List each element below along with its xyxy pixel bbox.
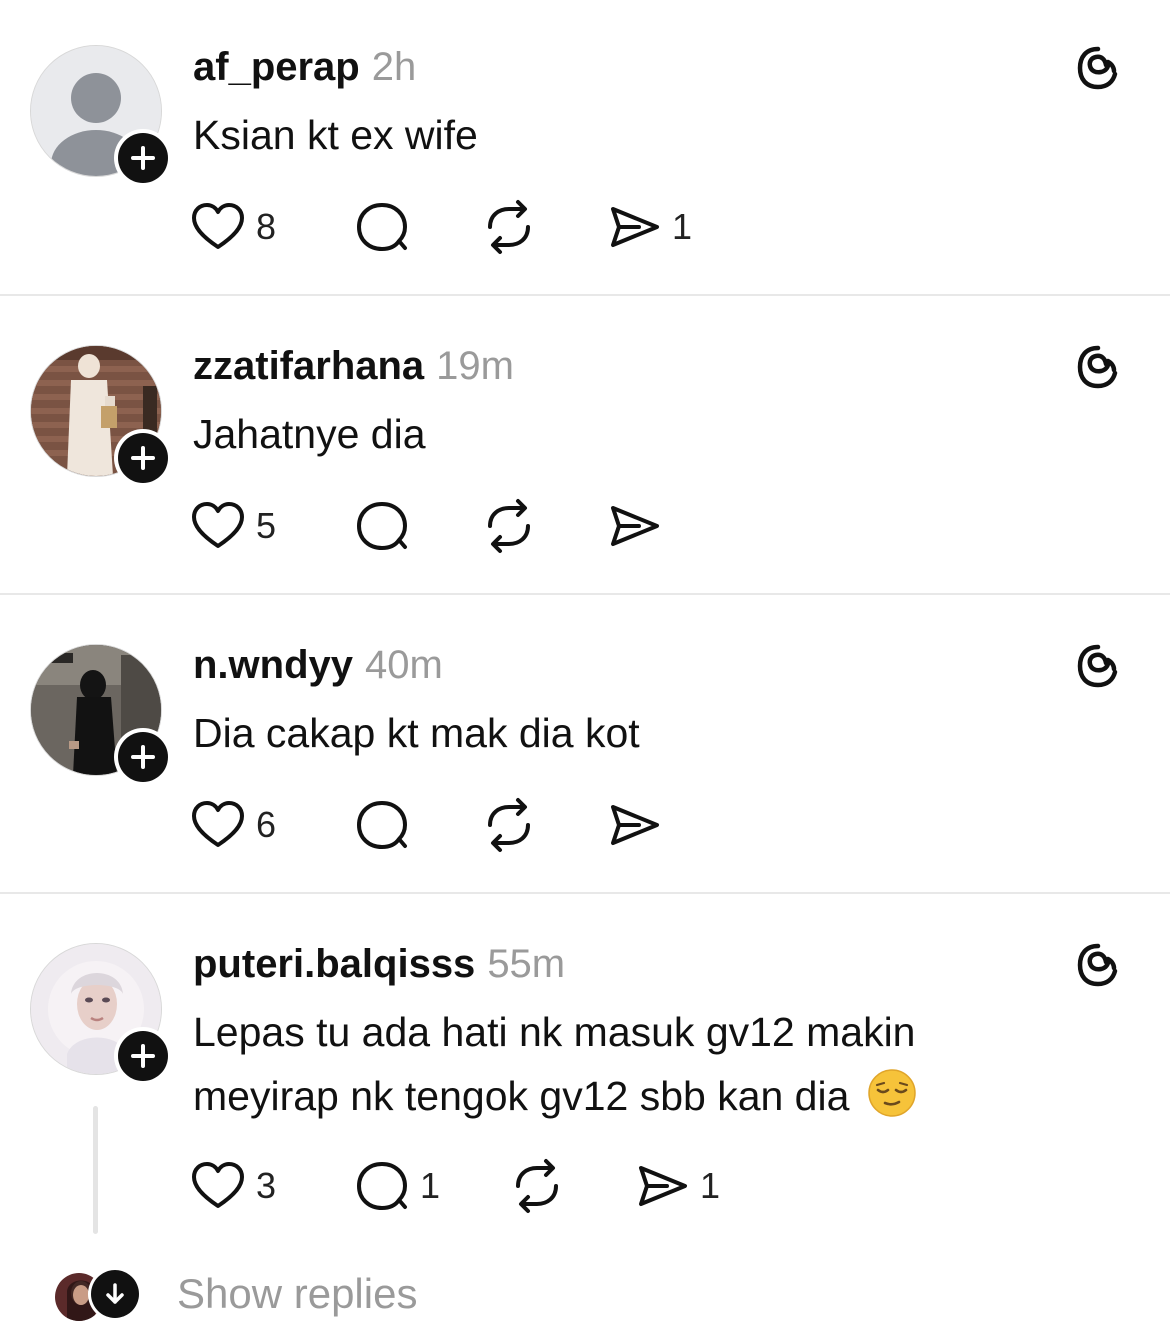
expand-replies-button[interactable] bbox=[88, 1267, 142, 1321]
comment-button[interactable] bbox=[354, 795, 410, 855]
repost-button[interactable] bbox=[480, 197, 538, 257]
like-button[interactable]: 3 bbox=[190, 1156, 276, 1216]
follow-button[interactable] bbox=[114, 1027, 172, 1085]
like-button[interactable]: 6 bbox=[190, 795, 276, 855]
repost-icon bbox=[488, 200, 530, 254]
avatar[interactable] bbox=[30, 45, 172, 187]
share-button[interactable] bbox=[608, 496, 662, 556]
heart-icon bbox=[192, 1162, 244, 1208]
comment-button[interactable] bbox=[354, 197, 410, 257]
send-icon bbox=[611, 506, 659, 546]
send-icon bbox=[611, 207, 659, 247]
follow-button[interactable] bbox=[114, 728, 172, 786]
follow-button[interactable] bbox=[114, 129, 172, 187]
repost-button[interactable] bbox=[480, 496, 538, 556]
relieved-face-emoji-icon bbox=[868, 1069, 916, 1117]
plus-icon bbox=[131, 745, 155, 769]
post-text: Lepas tu ada hati nk masuk gv12 makin me… bbox=[193, 1000, 1093, 1128]
avatar[interactable] bbox=[30, 644, 172, 786]
post-header: af_perap 2h bbox=[193, 44, 416, 90]
username[interactable]: zzatifarhana bbox=[193, 344, 424, 388]
post-divider bbox=[0, 892, 1170, 894]
post-text: Ksian kt ex wife bbox=[193, 112, 478, 158]
threads-logo-icon[interactable] bbox=[1073, 940, 1123, 990]
repost-button[interactable] bbox=[480, 795, 538, 855]
plus-icon bbox=[131, 446, 155, 470]
comment-icon bbox=[357, 203, 407, 251]
like-button[interactable]: 8 bbox=[190, 197, 276, 257]
post-text: Jahatnye dia bbox=[193, 411, 426, 457]
heart-icon bbox=[192, 502, 244, 548]
avatar[interactable] bbox=[30, 345, 172, 487]
post-header: zzatifarhana 19m bbox=[193, 343, 514, 389]
share-button[interactable] bbox=[608, 795, 662, 855]
post-header: n.wndyy 40m bbox=[193, 642, 443, 688]
comment-icon bbox=[357, 801, 407, 849]
comment-button[interactable] bbox=[354, 496, 410, 556]
plus-icon bbox=[131, 146, 155, 170]
repost-button[interactable] bbox=[508, 1156, 566, 1216]
username[interactable]: n.wndyy bbox=[193, 643, 353, 687]
username[interactable]: puteri.balqisss bbox=[193, 942, 475, 986]
share-button[interactable]: 1 bbox=[608, 197, 692, 257]
plus-icon bbox=[131, 1044, 155, 1068]
arrow-down-icon bbox=[106, 1283, 124, 1304]
like-count: 6 bbox=[256, 804, 277, 845]
post-text-line: meyirap nk tengok gv12 sbb kan dia bbox=[193, 1064, 1093, 1128]
post-divider bbox=[0, 294, 1170, 296]
heart-icon bbox=[192, 801, 244, 847]
comment-icon bbox=[357, 1162, 407, 1210]
like-count: 5 bbox=[256, 505, 277, 546]
repost-icon bbox=[516, 1159, 558, 1213]
show-replies-row[interactable]: Show replies bbox=[0, 1262, 1170, 1328]
comment-icon bbox=[357, 502, 407, 550]
thread-connector-line bbox=[93, 1106, 98, 1234]
like-count: 8 bbox=[256, 206, 277, 247]
show-replies-label[interactable]: Show replies bbox=[177, 1268, 417, 1320]
repost-icon bbox=[488, 798, 530, 852]
timestamp: 2h bbox=[371, 45, 417, 89]
timestamp: 55m bbox=[487, 942, 566, 986]
username[interactable]: af_perap bbox=[193, 45, 360, 89]
share-count: 1 bbox=[700, 1165, 721, 1206]
send-icon bbox=[611, 805, 659, 845]
heart-icon bbox=[192, 203, 244, 249]
timestamp: 40m bbox=[365, 643, 443, 687]
post-divider bbox=[0, 593, 1170, 595]
threads-logo-icon[interactable] bbox=[1073, 641, 1123, 691]
like-count: 3 bbox=[256, 1165, 277, 1206]
follow-button[interactable] bbox=[114, 429, 172, 487]
threads-logo-icon[interactable] bbox=[1073, 43, 1123, 93]
share-count: 1 bbox=[672, 206, 693, 247]
post-header: puteri.balqisss 55m bbox=[193, 941, 565, 987]
timestamp: 19m bbox=[436, 344, 514, 388]
avatar[interactable] bbox=[30, 943, 172, 1085]
post-text: Dia cakap kt mak dia kot bbox=[193, 710, 640, 756]
comment-button[interactable]: 1 bbox=[354, 1156, 440, 1216]
share-button[interactable]: 1 bbox=[636, 1156, 720, 1216]
post-text-line: Lepas tu ada hati nk masuk gv12 makin bbox=[193, 1009, 916, 1055]
comment-count: 1 bbox=[420, 1165, 441, 1206]
send-icon bbox=[639, 1166, 687, 1206]
repost-icon bbox=[488, 499, 530, 553]
like-button[interactable]: 5 bbox=[190, 496, 276, 556]
threads-logo-icon[interactable] bbox=[1073, 342, 1123, 392]
post-text-line-content: meyirap nk tengok gv12 sbb kan dia bbox=[193, 1073, 850, 1119]
